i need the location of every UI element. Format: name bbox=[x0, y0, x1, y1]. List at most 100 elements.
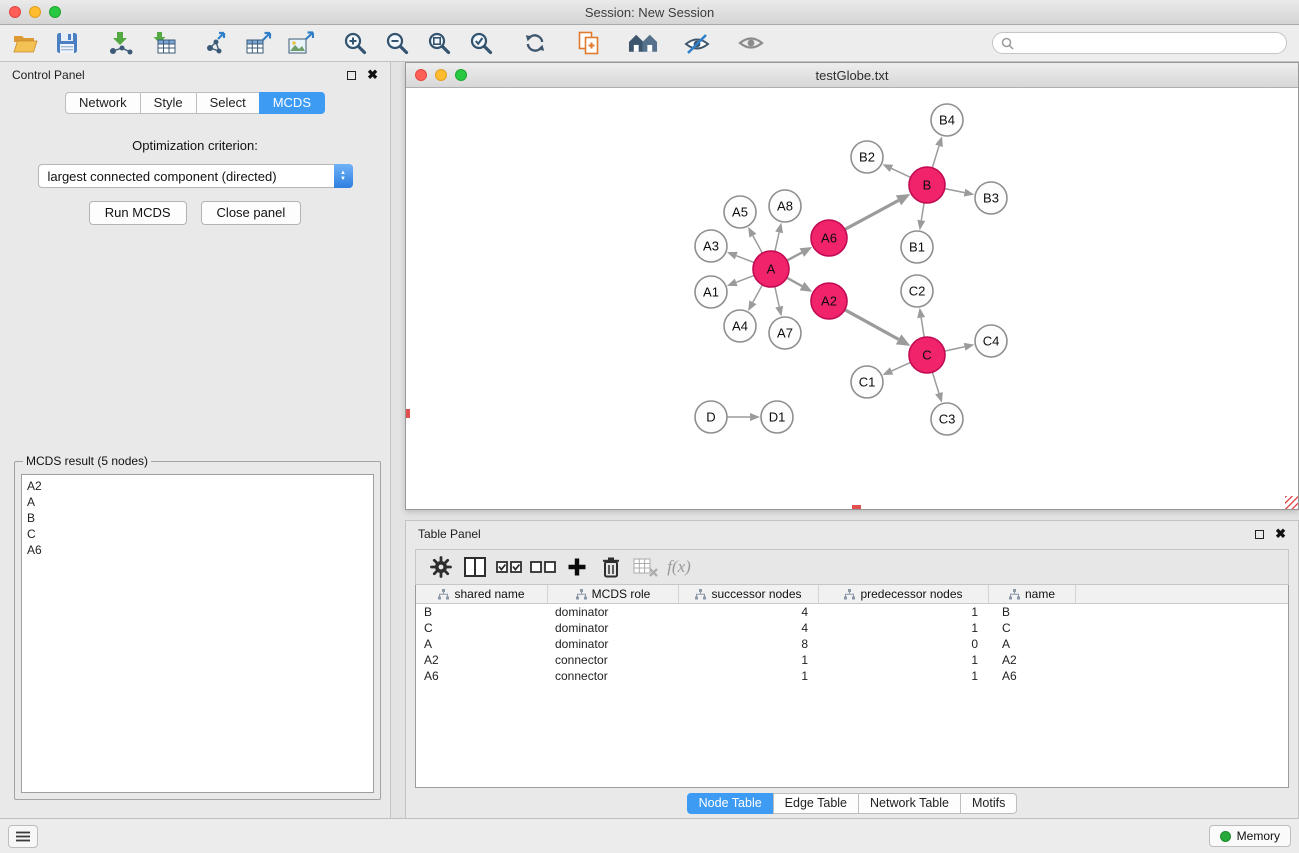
edge-A2-C[interactable] bbox=[845, 310, 899, 340]
criterion-dropdown[interactable]: largest connected component (directed) ▲… bbox=[38, 164, 353, 188]
copy-document-icon[interactable] bbox=[574, 29, 604, 57]
column-header-predecessor-nodes[interactable]: predecessor nodes bbox=[818, 585, 988, 603]
table-row[interactable]: A2connector11A2 bbox=[416, 652, 1288, 668]
column-header-mcds-role[interactable]: MCDS role bbox=[547, 585, 678, 603]
graph-node-C[interactable]: C bbox=[909, 337, 945, 373]
float-panel-icon[interactable] bbox=[347, 71, 356, 80]
network-close-button[interactable] bbox=[415, 69, 427, 81]
table-cell[interactable]: 1 bbox=[818, 620, 988, 636]
table-cell[interactable]: 4 bbox=[678, 620, 818, 636]
import-network-icon[interactable] bbox=[106, 29, 136, 57]
column-selector-icon[interactable] bbox=[458, 552, 492, 582]
edge-C-C1[interactable] bbox=[892, 362, 911, 371]
edge-C-C2[interactable] bbox=[921, 318, 924, 338]
graph-node-A[interactable]: A bbox=[753, 251, 789, 287]
table-cell[interactable]: C bbox=[988, 620, 1075, 636]
edge-A-A2[interactable] bbox=[787, 278, 802, 286]
table-cell[interactable]: A bbox=[416, 636, 547, 652]
network-window-titlebar[interactable]: testGlobe.txt bbox=[406, 63, 1298, 88]
search-input[interactable] bbox=[1019, 36, 1278, 50]
memory-button[interactable]: Memory bbox=[1209, 825, 1291, 847]
table-cell[interactable]: A2 bbox=[416, 652, 547, 668]
tab-select[interactable]: Select bbox=[196, 92, 259, 114]
table-cell[interactable]: 0 bbox=[818, 636, 988, 652]
graph-node-A2[interactable]: A2 bbox=[811, 283, 847, 319]
graph-node-A4[interactable]: A4 bbox=[724, 310, 756, 342]
export-table-icon[interactable] bbox=[244, 29, 274, 57]
edge-C-C3[interactable] bbox=[932, 372, 939, 393]
table-cell[interactable]: A6 bbox=[988, 668, 1075, 684]
zoom-fit-icon[interactable] bbox=[424, 29, 454, 57]
graph-node-B[interactable]: B bbox=[909, 167, 945, 203]
table-cell[interactable]: B bbox=[416, 604, 547, 620]
settings-gear-icon[interactable] bbox=[424, 552, 458, 582]
column-header-name[interactable]: name bbox=[988, 585, 1075, 603]
network-zoom-button[interactable] bbox=[455, 69, 467, 81]
table-row[interactable]: Bdominator41B bbox=[416, 604, 1288, 620]
table-cell[interactable]: 1 bbox=[818, 604, 988, 620]
graph-node-B1[interactable]: B1 bbox=[901, 231, 933, 263]
graph-node-D1[interactable]: D1 bbox=[761, 401, 793, 433]
run-mcds-button[interactable]: Run MCDS bbox=[89, 201, 187, 225]
graph-node-A5[interactable]: A5 bbox=[724, 196, 756, 228]
zoom-selected-icon[interactable] bbox=[466, 29, 496, 57]
window-resize-grip[interactable] bbox=[1285, 496, 1298, 509]
edge-A-A1[interactable] bbox=[736, 275, 754, 282]
zoom-out-icon[interactable] bbox=[382, 29, 412, 57]
edge-A-A3[interactable] bbox=[736, 256, 754, 263]
network-canvas[interactable]: B4B2BB3A8A5A6A3B1AC2A1A2A4A7C4CC1DD1C3 bbox=[406, 88, 1298, 509]
table-cell[interactable]: connector bbox=[547, 668, 678, 684]
table-cell[interactable]: C bbox=[416, 620, 547, 636]
table-cell[interactable]: 8 bbox=[678, 636, 818, 652]
edge-A-A7[interactable] bbox=[775, 287, 779, 307]
table-cell[interactable]: A bbox=[988, 636, 1075, 652]
home-panels-icon[interactable] bbox=[628, 29, 658, 57]
delete-row-icon[interactable] bbox=[594, 552, 628, 582]
graph-node-C2[interactable]: C2 bbox=[901, 275, 933, 307]
table-cell[interactable]: dominator bbox=[547, 636, 678, 652]
table-cell[interactable]: dominator bbox=[547, 620, 678, 636]
float-table-panel-icon[interactable] bbox=[1255, 530, 1264, 539]
table-cell[interactable]: connector bbox=[547, 652, 678, 668]
mcds-result-item[interactable]: B bbox=[27, 510, 368, 526]
unselect-all-icon[interactable] bbox=[526, 552, 560, 582]
network-minimize-button[interactable] bbox=[435, 69, 447, 81]
search-box[interactable] bbox=[992, 32, 1287, 54]
graph-node-A8[interactable]: A8 bbox=[769, 190, 801, 222]
window-edge-handle-left[interactable] bbox=[406, 409, 410, 418]
graph-node-A7[interactable]: A7 bbox=[769, 317, 801, 349]
edge-A-A5[interactable] bbox=[753, 236, 763, 253]
window-edge-handle-bottom[interactable] bbox=[852, 505, 861, 509]
graph-node-D[interactable]: D bbox=[695, 401, 727, 433]
graph-node-C1[interactable]: C1 bbox=[851, 366, 883, 398]
edge-A6-B[interactable] bbox=[845, 200, 899, 229]
graph-node-B3[interactable]: B3 bbox=[975, 182, 1007, 214]
graph-node-C3[interactable]: C3 bbox=[931, 403, 963, 435]
tab-network[interactable]: Network bbox=[65, 92, 140, 114]
table-cell[interactable]: 1 bbox=[678, 652, 818, 668]
edge-C-C4[interactable] bbox=[945, 347, 965, 351]
birds-eye-icon[interactable] bbox=[736, 29, 766, 57]
close-panel-icon[interactable]: ✖ bbox=[367, 70, 378, 80]
graph-node-C4[interactable]: C4 bbox=[975, 325, 1007, 357]
graph-node-A3[interactable]: A3 bbox=[695, 230, 727, 262]
table-cell[interactable]: A2 bbox=[988, 652, 1075, 668]
graphics-details-icon[interactable] bbox=[682, 29, 712, 57]
mcds-result-item[interactable]: C bbox=[27, 526, 368, 542]
select-all-icon[interactable] bbox=[492, 552, 526, 582]
open-session-icon[interactable] bbox=[10, 29, 40, 57]
table-cell[interactable]: dominator bbox=[547, 604, 678, 620]
export-image-icon[interactable] bbox=[286, 29, 316, 57]
mcds-result-item[interactable]: A2 bbox=[27, 478, 368, 494]
edge-A-A4[interactable] bbox=[753, 285, 763, 302]
table-cell[interactable]: 1 bbox=[678, 668, 818, 684]
graph-node-A6[interactable]: A6 bbox=[811, 220, 847, 256]
edge-B-B1[interactable] bbox=[921, 203, 924, 221]
import-table-icon[interactable] bbox=[148, 29, 178, 57]
table-cell[interactable]: 4 bbox=[678, 604, 818, 620]
edge-A-A6[interactable] bbox=[787, 253, 802, 261]
export-network-icon[interactable] bbox=[202, 29, 232, 57]
column-header-shared-name[interactable]: shared name bbox=[416, 585, 547, 603]
add-row-icon[interactable] bbox=[560, 552, 594, 582]
zoom-in-icon[interactable] bbox=[340, 29, 370, 57]
